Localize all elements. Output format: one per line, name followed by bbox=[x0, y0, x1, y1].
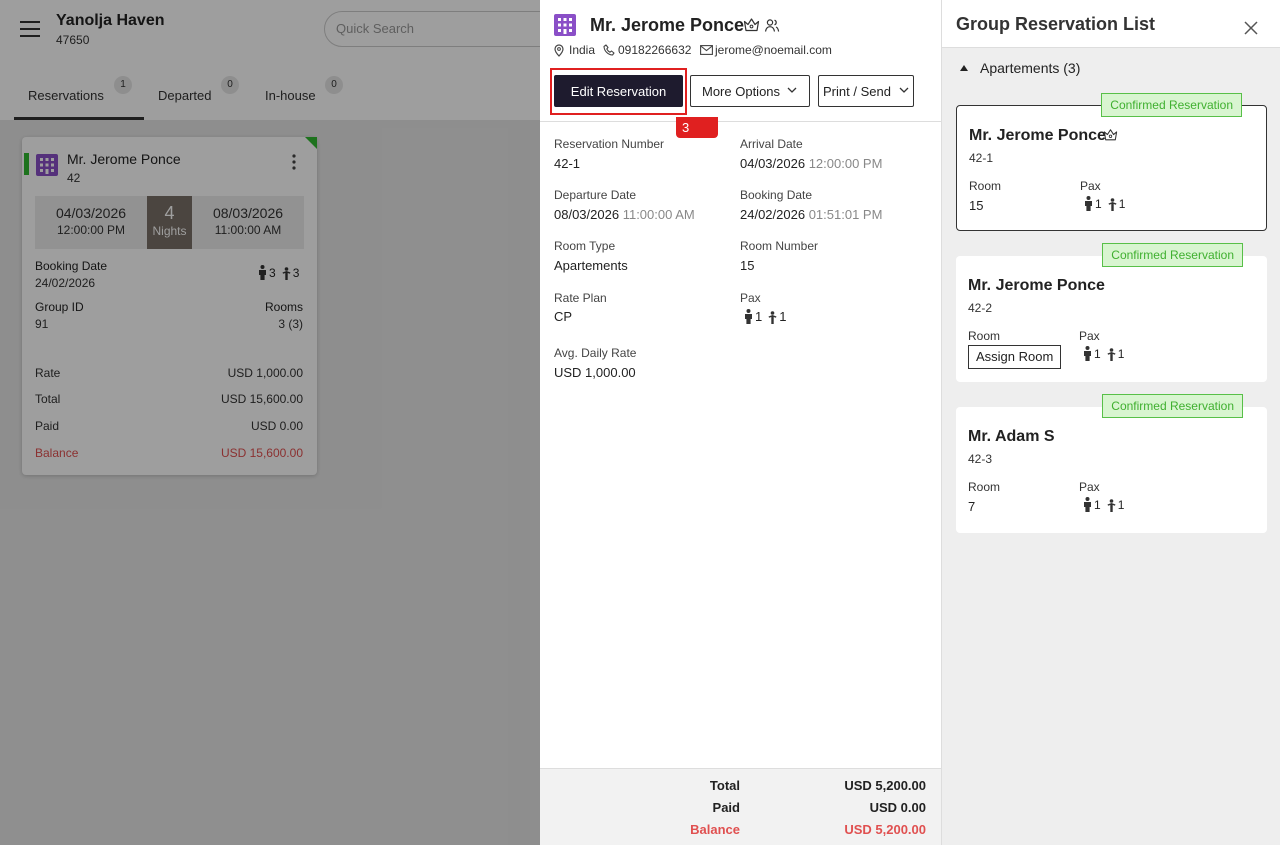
adult-count: 1 bbox=[1094, 347, 1101, 361]
reservation-number-label: Reservation Number bbox=[554, 137, 665, 151]
print-send-label: Print / Send bbox=[823, 83, 891, 99]
reservation-number-value: 42-1 bbox=[554, 156, 581, 171]
pax-label: Pax bbox=[1079, 480, 1100, 494]
room-label: Room bbox=[968, 480, 1001, 494]
more-options-label: More Options bbox=[702, 83, 781, 99]
booking-date-value: 24/02/2026 01:51:01 PM bbox=[740, 207, 882, 222]
reservation-detail-panel: Mr. Jerome Ponce India 09182266632 jerom… bbox=[540, 0, 941, 845]
room-type-section-header[interactable]: Apartements (3) bbox=[980, 60, 1080, 76]
departure-date-label: Departure Date bbox=[554, 188, 637, 202]
phone-icon bbox=[603, 44, 615, 56]
room-number-value: 15 bbox=[740, 258, 755, 273]
guest-name: Mr. Jerome Ponce bbox=[969, 127, 1106, 145]
group-reservation-card[interactable]: Confirmed Reservation Mr. Jerome Ponce 4… bbox=[956, 243, 1267, 382]
adult-icon bbox=[1085, 196, 1092, 211]
location-pin-icon bbox=[554, 44, 564, 57]
guest-phone: 09182266632 bbox=[618, 43, 692, 57]
adult-icon bbox=[1084, 497, 1091, 512]
group-reservation-card[interactable]: Confirmed Reservation Mr. Jerome Ponce 4… bbox=[956, 93, 1267, 231]
child-count: 1 bbox=[1117, 347, 1125, 361]
booking-date: 24/02/2026 bbox=[740, 207, 806, 222]
totals-footer: Total USD 5,200.00 Paid USD 0.00 Balance… bbox=[540, 768, 941, 845]
departure-date: 08/03/2026 bbox=[554, 207, 620, 222]
footer-balance-value: USD 5,200.00 bbox=[844, 822, 926, 837]
vip-crown-icon bbox=[743, 18, 760, 32]
adult-icon bbox=[745, 309, 752, 324]
group-panel-title: Group Reservation List bbox=[956, 14, 1156, 34]
modal-backdrop[interactable] bbox=[0, 0, 540, 845]
close-icon[interactable] bbox=[1244, 21, 1258, 35]
departure-time: 11:00:00 AM bbox=[622, 207, 695, 222]
collapse-caret-icon[interactable] bbox=[960, 65, 968, 71]
footer-paid-label: Paid bbox=[712, 800, 740, 815]
child-count: 1 bbox=[779, 309, 787, 324]
footer-total-value: USD 5,200.00 bbox=[844, 778, 926, 793]
child-icon bbox=[1108, 198, 1117, 211]
reservation-id: 42-1 bbox=[969, 151, 994, 165]
chevron-down-icon bbox=[787, 87, 797, 93]
room-type-value: Apartements bbox=[554, 258, 628, 273]
child-count: 1 bbox=[1117, 498, 1125, 512]
arrival-date: 04/03/2026 bbox=[740, 156, 806, 171]
tutorial-highlight-frame bbox=[550, 68, 687, 115]
status-badge: Confirmed Reservation bbox=[1101, 93, 1242, 117]
group-pax: 1 1 bbox=[1083, 497, 1130, 512]
tutorial-step-badge: 3 bbox=[676, 117, 718, 138]
child-icon bbox=[1107, 499, 1116, 512]
footer-paid-value: USD 0.00 bbox=[869, 800, 926, 815]
reservation-id: 42-3 bbox=[968, 452, 993, 466]
room-label: Room bbox=[968, 329, 1001, 343]
pax-label: Pax bbox=[1080, 179, 1101, 193]
adult-count: 1 bbox=[1094, 498, 1101, 512]
room-type-label: Room Type bbox=[554, 239, 616, 253]
adult-count: 1 bbox=[1095, 197, 1102, 211]
arrival-date-label: Arrival Date bbox=[740, 137, 803, 151]
booking-time: 01:51:01 PM bbox=[808, 207, 883, 222]
more-options-button[interactable]: More Options bbox=[690, 75, 810, 107]
group-panel-header: Group Reservation List bbox=[942, 0, 1280, 48]
rate-plan-label: Rate Plan bbox=[554, 291, 607, 305]
print-send-button[interactable]: Print / Send bbox=[818, 75, 914, 107]
room-value: 15 bbox=[969, 198, 984, 213]
rate-plan-value: CP bbox=[554, 309, 573, 324]
group-reservation-panel: Group Reservation List Apartements (3) C… bbox=[941, 0, 1280, 845]
footer-balance-label: Balance bbox=[690, 822, 740, 837]
adult-count: 1 bbox=[755, 309, 763, 324]
group-pax: 1 1 bbox=[1083, 346, 1130, 361]
guest-name: Mr. Adam S bbox=[968, 428, 1055, 445]
building-icon bbox=[554, 14, 576, 36]
group-reservation-card[interactable]: Confirmed Reservation Mr. Adam S 42-3 Ro… bbox=[956, 394, 1267, 533]
booking-date-label: Booking Date bbox=[740, 188, 813, 202]
email-icon bbox=[700, 45, 713, 55]
room-number-label: Room Number bbox=[740, 239, 819, 253]
detail-guest-name: Mr. Jerome Ponce bbox=[590, 15, 745, 35]
group-pax: 1 1 bbox=[1084, 196, 1131, 211]
arrival-time: 12:00:00 PM bbox=[808, 156, 883, 171]
avg-daily-rate-label: Avg. Daily Rate bbox=[554, 346, 637, 360]
avg-daily-rate-value: USD 1,000.00 bbox=[554, 365, 636, 380]
pax-label: Pax bbox=[740, 291, 761, 305]
guest-name-text: Mr. Jerome Ponce bbox=[969, 127, 1106, 144]
child-icon bbox=[768, 311, 777, 324]
adult-icon bbox=[1084, 346, 1091, 361]
guest-name: Mr. Jerome Ponce bbox=[968, 277, 1105, 294]
guest-country: India bbox=[569, 43, 596, 57]
detail-pax: 1 1 bbox=[744, 309, 792, 324]
pax-label: Pax bbox=[1079, 329, 1100, 343]
status-badge: Confirmed Reservation bbox=[1102, 243, 1243, 267]
child-icon bbox=[1107, 348, 1116, 361]
child-count: 1 bbox=[1118, 197, 1126, 211]
footer-total-label: Total bbox=[709, 778, 740, 793]
status-badge: Confirmed Reservation bbox=[1102, 394, 1243, 418]
reservation-id: 42-2 bbox=[968, 301, 993, 315]
chevron-down-icon bbox=[899, 87, 909, 93]
assign-room-button[interactable]: Assign Room bbox=[968, 345, 1062, 369]
vip-crown-icon bbox=[1103, 129, 1118, 141]
departure-date-value: 08/03/2026 11:00:00 AM bbox=[554, 207, 695, 222]
arrival-date-value: 04/03/2026 12:00:00 PM bbox=[740, 156, 882, 171]
guests-icon[interactable] bbox=[764, 18, 780, 33]
room-label: Room bbox=[969, 179, 1002, 193]
room-value: 7 bbox=[968, 499, 976, 514]
guest-email: jerome@noemail.com bbox=[715, 43, 832, 57]
